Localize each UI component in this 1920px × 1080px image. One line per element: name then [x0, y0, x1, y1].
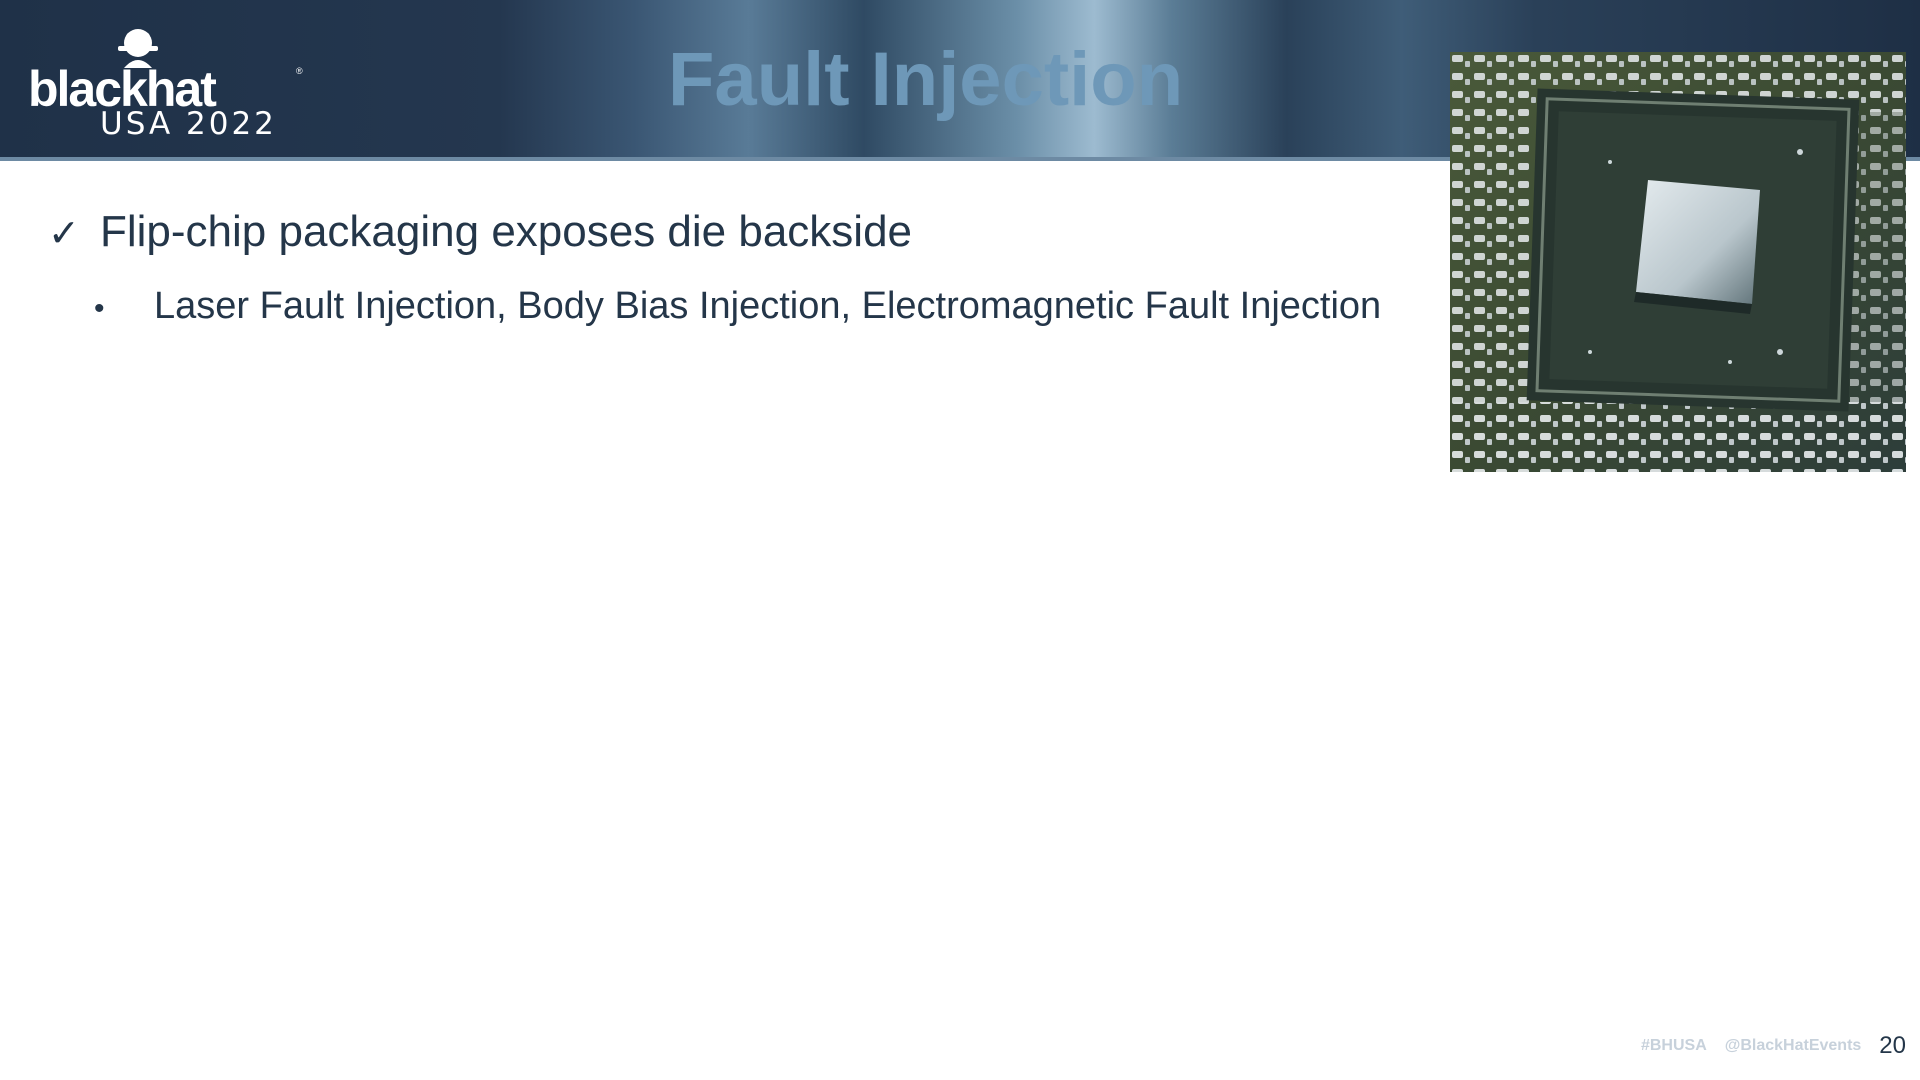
- page-number: 20: [1879, 1032, 1906, 1059]
- bullet-level-1: ✓ Flip-chip packaging exposes die backsid…: [48, 207, 912, 257]
- footer-handle: @BlackHatEvents: [1724, 1037, 1862, 1054]
- logo-event-label: USA 2022: [100, 106, 277, 142]
- footer-hashtag: #BHUSA: [1640, 1037, 1707, 1054]
- registered-mark: ®: [296, 66, 303, 76]
- slide-title: Fault Injection: [668, 37, 1184, 122]
- bullet-dot-icon: •: [94, 292, 105, 325]
- checkmark-icon: ✓: [48, 213, 80, 255]
- slide: blackhat ® USA 2022 Fault Injection ✓ Fli…: [0, 0, 1920, 1080]
- bullet-text: Flip-chip packaging exposes die backside: [100, 207, 913, 256]
- chip-photo-graphic: [1450, 52, 1906, 472]
- bullet-level-2: • Laser Fault Injection, Body Bias Inject…: [94, 285, 1381, 328]
- flip-chip-package-photo: [1450, 52, 1906, 472]
- footer: #BHUSA @BlackHatEvents 20: [1641, 1032, 1906, 1060]
- sub-bullet-text: Laser Fault Injection, Body Bias Injecti…: [154, 285, 1382, 327]
- blackhat-logo: blackhat ® USA 2022: [28, 22, 308, 142]
